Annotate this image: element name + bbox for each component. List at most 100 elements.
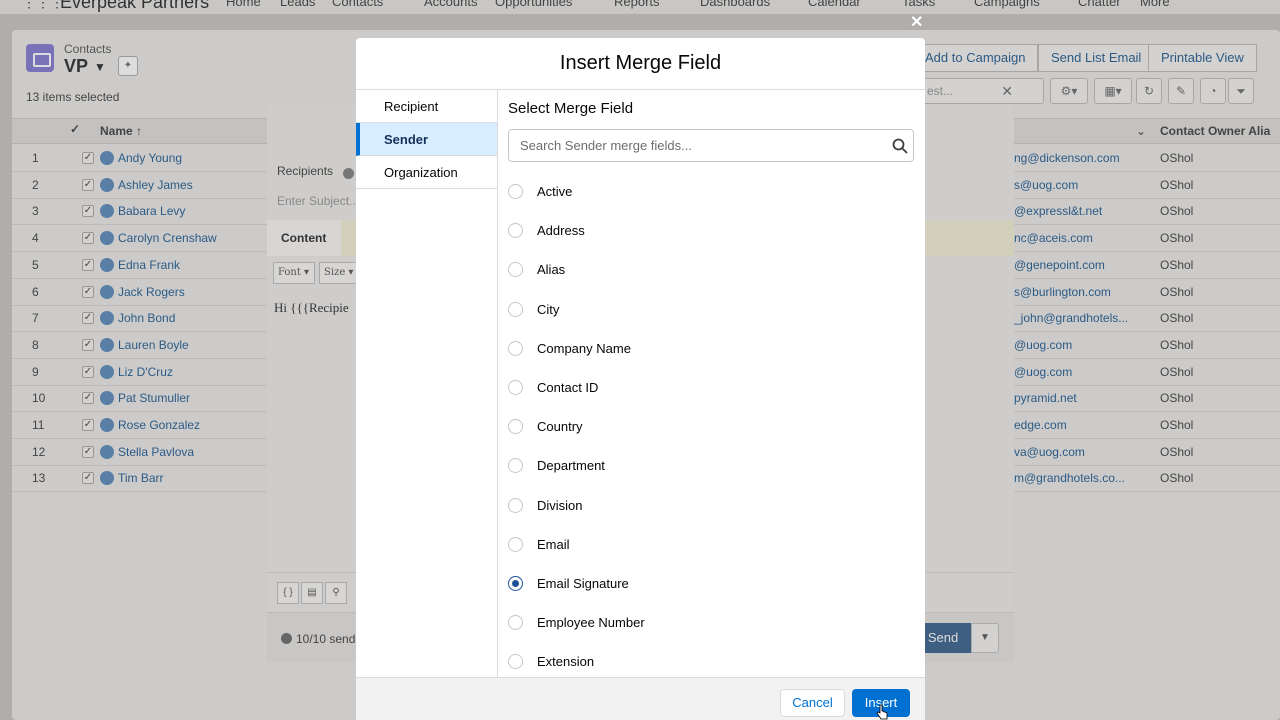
select-all-checkbox[interactable]: ✓ bbox=[70, 122, 80, 136]
radio-button[interactable] bbox=[508, 223, 523, 239]
printable-view-button[interactable]: Printable View bbox=[1148, 44, 1257, 72]
font-select[interactable]: Font ▾ bbox=[273, 262, 315, 284]
contact-email-link[interactable]: ng@dickenson.com bbox=[1014, 151, 1120, 165]
contact-name-link[interactable]: Carolyn Crenshaw bbox=[118, 231, 217, 245]
merge-field-option[interactable]: Email bbox=[508, 525, 914, 564]
contact-email-link[interactable]: s@uog.com bbox=[1014, 178, 1078, 192]
row-checkbox[interactable]: ✓ bbox=[82, 205, 94, 218]
contact-email-link[interactable]: pyramid.net bbox=[1014, 391, 1077, 405]
contact-email-link[interactable]: m@grandhotels.co... bbox=[1014, 471, 1125, 485]
contact-name-link[interactable]: Lauren Boyle bbox=[118, 338, 189, 352]
merge-field-option[interactable]: Address bbox=[508, 211, 914, 250]
radio-button[interactable] bbox=[508, 654, 523, 670]
merge-field-option[interactable]: Extension bbox=[508, 642, 914, 677]
radio-button[interactable] bbox=[508, 301, 523, 317]
merge-field-option[interactable]: Email Signature bbox=[508, 564, 914, 603]
row-checkbox[interactable]: ✓ bbox=[82, 152, 94, 164]
row-checkbox[interactable]: ✓ bbox=[82, 365, 94, 378]
contact-email-link[interactable]: @expressl&t.net bbox=[1014, 204, 1102, 218]
merge-field-option[interactable]: Alias bbox=[508, 250, 914, 289]
merge-field-option[interactable]: City bbox=[508, 290, 914, 329]
nav-tab-reports[interactable]: Reports bbox=[614, 0, 660, 9]
template-icon[interactable]: ▤ bbox=[301, 582, 323, 604]
contact-name-link[interactable]: Tim Barr bbox=[118, 471, 164, 485]
row-checkbox[interactable]: ✓ bbox=[82, 445, 94, 458]
contact-email-link[interactable]: va@uog.com bbox=[1014, 445, 1085, 459]
contact-name-link[interactable]: Edna Frank bbox=[118, 258, 180, 272]
merge-field-option[interactable]: Employee Number bbox=[508, 603, 914, 642]
contact-name-link[interactable]: Babara Levy bbox=[118, 204, 185, 218]
contact-name-link[interactable]: Rose Gonzalez bbox=[118, 418, 200, 432]
nav-item-recipient[interactable]: Recipient bbox=[356, 90, 497, 123]
radio-button[interactable] bbox=[508, 419, 523, 435]
column-header-name[interactable]: Name ↑ bbox=[100, 124, 142, 138]
column-header-owner[interactable]: Contact Owner Alia bbox=[1160, 124, 1270, 138]
search-icon[interactable] bbox=[892, 138, 908, 154]
radio-button[interactable] bbox=[508, 340, 523, 356]
contact-email-link[interactable]: @uog.com bbox=[1014, 338, 1072, 352]
nav-tab-calendar[interactable]: Calendar bbox=[808, 0, 861, 9]
contact-email-link[interactable]: s@burlington.com bbox=[1014, 285, 1111, 299]
list-view-name[interactable]: VP bbox=[64, 56, 88, 77]
row-checkbox[interactable]: ✓ bbox=[82, 419, 94, 431]
row-checkbox[interactable]: ✓ bbox=[82, 258, 94, 271]
chevron-down-icon[interactable]: ▼ bbox=[94, 60, 106, 74]
refresh-icon[interactable]: ↻ bbox=[1136, 78, 1162, 104]
contact-name-link[interactable]: Stella Pavlova bbox=[118, 445, 194, 459]
contact-email-link[interactable]: nc@aceis.com bbox=[1014, 231, 1093, 245]
merge-field-icon[interactable]: { } bbox=[277, 582, 299, 604]
radio-button[interactable] bbox=[508, 458, 523, 474]
size-select[interactable]: Size ▾ bbox=[319, 262, 359, 284]
table-view-icon[interactable]: ▦▾ bbox=[1094, 78, 1132, 104]
tab-content[interactable]: Content bbox=[267, 220, 341, 256]
merge-field-option[interactable]: Contact ID bbox=[508, 368, 914, 407]
radio-button[interactable] bbox=[508, 380, 523, 396]
nav-item-organization[interactable]: Organization bbox=[356, 156, 497, 189]
radio-button[interactable] bbox=[508, 615, 523, 631]
nav-tab-chatter[interactable]: Chatter bbox=[1078, 0, 1121, 9]
radio-button[interactable] bbox=[508, 184, 523, 200]
radio-button[interactable] bbox=[508, 497, 523, 513]
filter-icon[interactable]: ⏷ bbox=[1228, 78, 1254, 104]
contact-name-link[interactable]: Jack Rogers bbox=[118, 285, 185, 299]
radio-button[interactable] bbox=[508, 536, 523, 552]
contact-email-link[interactable]: edge.com bbox=[1014, 418, 1067, 432]
row-checkbox[interactable]: ✓ bbox=[82, 285, 94, 298]
merge-field-option[interactable]: Department bbox=[508, 446, 914, 485]
subject-input[interactable]: Enter Subject... bbox=[277, 194, 359, 208]
row-checkbox[interactable]: ✓ bbox=[82, 392, 94, 405]
nav-tab-accounts[interactable]: Accounts bbox=[424, 0, 477, 9]
nav-tab-leads[interactable]: Leads bbox=[280, 0, 315, 9]
nav-tab-tasks[interactable]: Tasks bbox=[902, 0, 935, 9]
send-options-icon[interactable]: ▼ bbox=[971, 623, 999, 653]
contact-email-link[interactable]: _john@grandhotels... bbox=[1014, 311, 1128, 325]
nav-tab-more[interactable]: More bbox=[1140, 0, 1170, 9]
list-search-input[interactable]: est... ✕ bbox=[920, 78, 1044, 104]
merge-field-option[interactable]: Company Name bbox=[508, 329, 914, 368]
add-to-campaign-button[interactable]: Add to Campaign bbox=[913, 44, 1039, 72]
clear-search-icon[interactable]: ✕ bbox=[1001, 79, 1013, 103]
contact-name-link[interactable]: John Bond bbox=[118, 311, 175, 325]
merge-field-option[interactable]: Country bbox=[508, 407, 914, 446]
contact-name-link[interactable]: Ashley James bbox=[118, 178, 193, 192]
radio-button[interactable] bbox=[508, 262, 523, 278]
nav-item-sender[interactable]: Sender bbox=[356, 123, 497, 156]
close-icon[interactable]: ✕ bbox=[910, 12, 923, 32]
column-menu-icon[interactable]: ⌄ bbox=[1136, 124, 1146, 138]
nav-tab-home[interactable]: Home bbox=[226, 0, 261, 9]
nav-tab-dashboards[interactable]: Dashboards bbox=[700, 0, 770, 9]
nav-tab-opportunities[interactable]: Opportunities bbox=[495, 0, 572, 9]
pin-icon[interactable]: ✦ bbox=[118, 56, 138, 76]
row-checkbox[interactable]: ✓ bbox=[82, 472, 94, 485]
contact-name-link[interactable]: Pat Stumuller bbox=[118, 391, 190, 405]
send-list-email-button[interactable]: Send List Email bbox=[1038, 44, 1155, 72]
row-checkbox[interactable]: ✓ bbox=[82, 338, 94, 351]
email-body[interactable]: Hi {{{Recipie bbox=[274, 300, 349, 316]
app-launcher-icon[interactable]: ⋮⋮⋮ bbox=[22, 0, 64, 11]
row-checkbox[interactable]: ✓ bbox=[82, 312, 94, 325]
row-checkbox[interactable]: ✓ bbox=[82, 178, 94, 191]
nav-tab-contacts[interactable]: Contacts bbox=[332, 0, 383, 9]
merge-field-option[interactable]: Division bbox=[508, 486, 914, 525]
contact-name-link[interactable]: Andy Young bbox=[118, 151, 182, 165]
merge-field-option[interactable]: Active bbox=[508, 172, 914, 211]
